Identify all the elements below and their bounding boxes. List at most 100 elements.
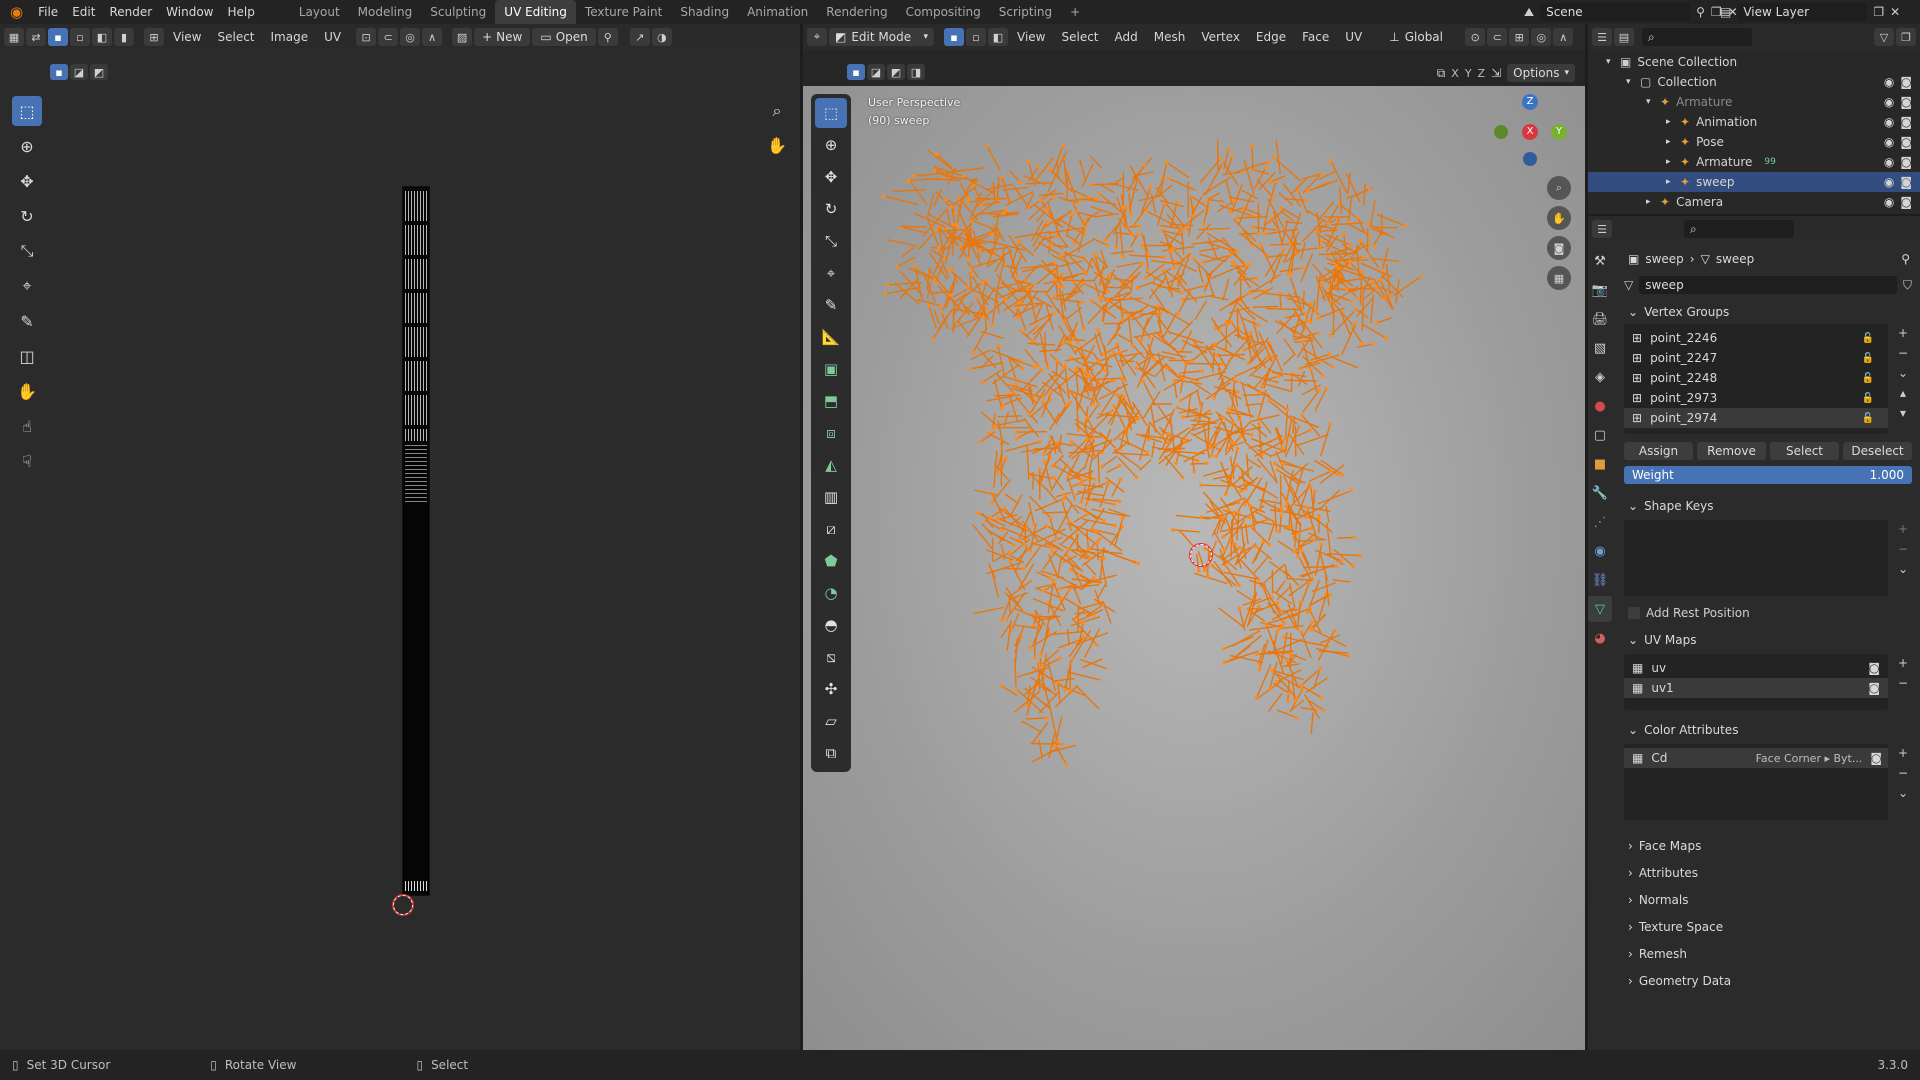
collapsed-panel-header[interactable]: › Texture Space — [1618, 913, 1918, 940]
vp-annotate-tool-icon[interactable]: ✎ — [815, 290, 847, 320]
pinch-tool-icon[interactable]: ☟ — [12, 446, 42, 476]
lock-icon[interactable]: 🔓 — [1862, 373, 1874, 384]
annotate-tool-icon[interactable]: ✎ — [12, 306, 42, 336]
view-layer-selector[interactable]: View Layer — [1737, 3, 1868, 21]
mode-selector[interactable]: ◩ Edit Mode ▾ — [829, 28, 934, 46]
vertex-group-row[interactable]: ⊞ point_2973 🔓 — [1624, 388, 1888, 408]
filter-icon[interactable]: ▽ — [1874, 28, 1894, 46]
proportional-edit-icon[interactable]: ◎ — [400, 28, 421, 46]
outliner-row[interactable]: ▸ ✦ sweep ◉ ◙ — [1588, 172, 1920, 192]
remove-uv-map-icon[interactable]: − — [1894, 674, 1912, 692]
vp-proportional-icon[interactable]: ◎ — [1531, 28, 1552, 46]
remove-shape-key-icon[interactable]: − — [1894, 540, 1912, 558]
disclosure-triangle-icon[interactable]: ▾ — [1606, 57, 1620, 67]
disclosure-triangle-icon[interactable]: ▸ — [1666, 137, 1680, 147]
outliner-row[interactable]: ▸ ✦ Pose ◉ ◙ — [1588, 132, 1920, 152]
vertex-group-specials-icon[interactable]: ⌄ — [1894, 364, 1912, 382]
display-mode-icon[interactable]: ▤ — [1614, 28, 1634, 46]
uv-maps-panel-header[interactable]: ⌄ UV Maps — [1618, 628, 1918, 652]
modifier-tab-icon[interactable]: 🔧 — [1588, 480, 1612, 506]
lock-icon[interactable]: 🔓 — [1862, 393, 1874, 404]
render-camera-icon[interactable]: ◙ — [1900, 155, 1912, 169]
camera-view-icon[interactable]: ◙ — [1547, 236, 1571, 260]
falloff-icon[interactable]: ∧ — [422, 28, 443, 46]
gizmo-y-icon[interactable]: Y — [1551, 124, 1567, 140]
tab-scripting[interactable]: Scripting — [990, 0, 1061, 24]
visibility-eye-icon[interactable]: ◉ — [1884, 135, 1894, 149]
vp-pan-icon[interactable]: ✋ — [1547, 206, 1571, 230]
render-camera-icon[interactable]: ◙ — [1900, 115, 1912, 129]
image-browse-icon[interactable]: ▨ — [452, 28, 473, 46]
scene-tab-icon[interactable]: ◈ — [1588, 364, 1612, 390]
vp-menu-view[interactable]: View — [1010, 30, 1052, 44]
outliner-row[interactable]: ▾ ▢ Collection ◉ ◙ — [1588, 72, 1920, 92]
face-mode-icon[interactable]: ◧ — [988, 28, 1008, 46]
menu-window[interactable]: Window — [159, 0, 220, 24]
loop-cut-tool-icon[interactable]: ▥ — [815, 482, 847, 512]
smooth-tool-icon[interactable]: ◓ — [815, 610, 847, 640]
vp-select-subtract-icon[interactable]: ◩ — [887, 64, 905, 80]
output-tab-icon[interactable]: 🖨 — [1588, 306, 1612, 332]
uv-menu-uv[interactable]: UV — [317, 30, 348, 44]
vp-menu-uv[interactable]: UV — [1338, 30, 1369, 44]
weight-slider[interactable]: Weight 1.000 — [1624, 466, 1912, 484]
gizmo-z-icon[interactable]: Z — [1522, 94, 1538, 110]
shape-keys-panel-header[interactable]: ⌄ Shape Keys — [1618, 494, 1918, 518]
orientation-selector[interactable]: ⊥ Global — [1383, 28, 1463, 46]
vp-menu-face[interactable]: Face — [1295, 30, 1336, 44]
outliner-search[interactable]: ⌕ — [1642, 28, 1752, 46]
disclosure-triangle-icon[interactable]: ▸ — [1646, 197, 1660, 207]
vp-select-invert-icon[interactable]: ◨ — [907, 64, 925, 80]
vertex-group-row[interactable]: ⊞ point_2246 🔓 — [1624, 328, 1888, 348]
new-collection-icon[interactable]: ❐ — [1896, 28, 1916, 46]
sync-selection-icon[interactable]: ⇄ — [26, 28, 46, 46]
remove-vertex-group-icon[interactable]: − — [1894, 344, 1912, 362]
vp-select-new-icon[interactable]: ▪ — [847, 64, 865, 80]
ortho-toggle-icon[interactable]: ▦ — [1547, 266, 1571, 290]
vp-menu-select[interactable]: Select — [1054, 30, 1105, 44]
outliner-row[interactable]: ▸ ✦ Armature 99 ◉ ◙ — [1588, 152, 1920, 172]
knife-tool-icon[interactable]: ⧄ — [815, 514, 847, 544]
menu-file[interactable]: File — [31, 0, 65, 24]
tab-modeling[interactable]: Modeling — [349, 0, 422, 24]
disclosure-triangle-icon[interactable]: ▾ — [1646, 97, 1660, 107]
vp-menu-vertex[interactable]: Vertex — [1194, 30, 1247, 44]
inset-tool-icon[interactable]: ⧈ — [815, 418, 847, 448]
snap-target-icon[interactable]: ⊞ — [1509, 28, 1530, 46]
vp-select-extend-icon[interactable]: ◪ — [867, 64, 885, 80]
editor-type-icon[interactable]: ▦ — [4, 28, 24, 46]
pin-image-icon[interactable]: ⚲ — [597, 28, 618, 46]
collapsed-panel-header[interactable]: › Normals — [1618, 886, 1918, 913]
add-shape-key-icon[interactable]: + — [1894, 520, 1912, 538]
vp-rotate-tool-icon[interactable]: ↻ — [815, 194, 847, 224]
viewport-editor-type-icon[interactable]: ⌖ — [807, 28, 827, 46]
vp-transform-tool-icon[interactable]: ⌖ — [815, 258, 847, 288]
vp-measure-tool-icon[interactable]: 📐 — [815, 322, 847, 352]
add-cube-tool-icon[interactable]: ▣ — [815, 354, 847, 384]
view-layer-icon[interactable]: ▤ — [1720, 5, 1731, 19]
edge-slide-tool-icon[interactable]: ⧅ — [815, 642, 847, 672]
add-rest-position-checkbox[interactable] — [1628, 607, 1640, 619]
shear-tool-icon[interactable]: ▱ — [815, 706, 847, 736]
island-select-icon[interactable]: ▮ — [114, 28, 134, 46]
tab-compositing[interactable]: Compositing — [897, 0, 990, 24]
uv-map-row[interactable]: ▦ uv1 ◙ — [1624, 678, 1888, 698]
vp-menu-mesh[interactable]: Mesh — [1147, 30, 1193, 44]
disclosure-triangle-icon[interactable]: ▸ — [1666, 177, 1680, 187]
spin-tool-icon[interactable]: ◔ — [815, 578, 847, 608]
render-camera-icon[interactable]: ◙ — [1900, 75, 1912, 89]
poly-build-tool-icon[interactable]: ⬟ — [815, 546, 847, 576]
disclosure-triangle-icon[interactable]: ▸ — [1666, 117, 1680, 127]
gizmo-x-icon[interactable]: X — [1522, 124, 1538, 140]
visibility-eye-icon[interactable]: ◉ — [1884, 95, 1894, 109]
extrude-tool-icon[interactable]: ⬒ — [815, 386, 847, 416]
vp-menu-add[interactable]: Add — [1108, 30, 1145, 44]
transform-tool-icon[interactable]: ⌖ — [12, 271, 42, 301]
new-image-button[interactable]: + New — [474, 28, 531, 46]
collection-tab-icon[interactable]: ▢ — [1588, 422, 1612, 448]
select-mode-new-icon[interactable]: ▪ — [50, 64, 68, 80]
menu-render[interactable]: Render — [102, 0, 159, 24]
vp-menu-edge[interactable]: Edge — [1249, 30, 1293, 44]
collapsed-panel-header[interactable]: › Remesh — [1618, 940, 1918, 967]
vertex-group-row[interactable]: ⊞ point_2247 🔓 — [1624, 348, 1888, 368]
